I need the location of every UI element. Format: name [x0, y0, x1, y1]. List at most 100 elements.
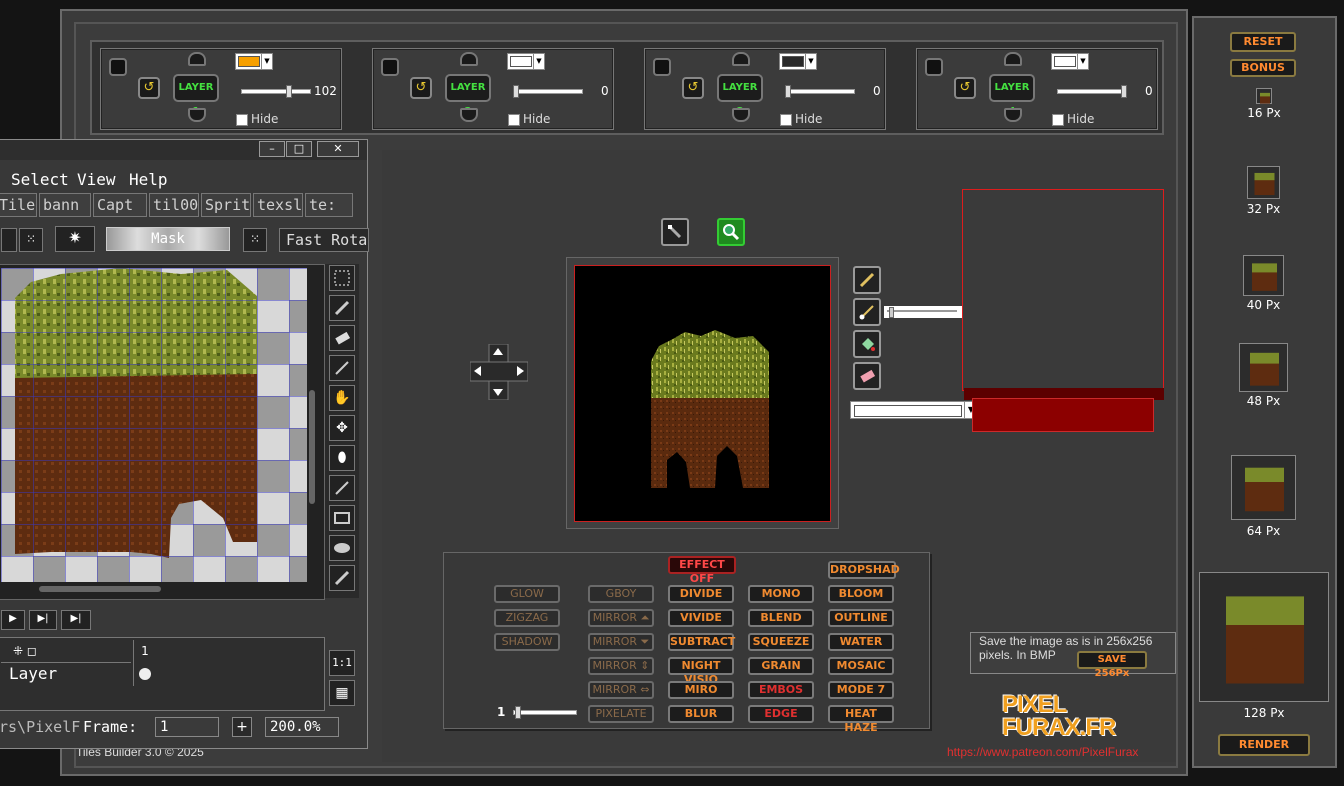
effect-col2-2-button[interactable]: MIRROR ⏷ [588, 633, 654, 651]
grid-dots-icon[interactable]: ⁙ [243, 228, 267, 252]
effect-strength-slider[interactable] [513, 706, 577, 719]
layer-1-hide-checkbox[interactable] [236, 114, 248, 126]
pixel-canvas[interactable] [1, 268, 307, 582]
layer-3-opacity-slider[interactable] [785, 85, 855, 98]
effect-col4-2-button[interactable]: SQUEEZE [748, 633, 814, 651]
layer-3-hide-checkbox[interactable] [780, 114, 792, 126]
move-up-icon[interactable] [1004, 52, 1022, 66]
move-up-icon[interactable] [188, 52, 206, 66]
patreon-link[interactable]: https://www.patreon.com/PixelFurax [947, 745, 1138, 759]
effect-col5-5-button[interactable]: HEAT HAZE [828, 705, 894, 734]
layer-2-select[interactable] [381, 58, 399, 76]
effect-col4-4-button[interactable]: EMBOS [748, 681, 814, 699]
layer-1-opacity-slider[interactable] [241, 85, 311, 98]
layer-visibility[interactable] [133, 662, 156, 686]
move-tool[interactable]: ✥ [329, 415, 355, 441]
effect-col3-5-button[interactable]: BLUR [668, 705, 734, 723]
line-tool[interactable] [329, 475, 355, 501]
bonus-button[interactable]: BONUS [1230, 59, 1296, 77]
effect-col5-1-button[interactable]: OUTLINE [828, 609, 894, 627]
effect-col2-3-button[interactable]: MIRROR ⇕ [588, 657, 654, 675]
next-frame-button[interactable]: ▶| [29, 610, 57, 630]
filmstrip-icon[interactable]: ▦ [329, 680, 355, 706]
zoom-level[interactable]: 200.0% [265, 717, 339, 737]
spray-tool[interactable] [329, 565, 355, 591]
effect-col4-1-button[interactable]: BLEND [748, 609, 814, 627]
ratio-button[interactable]: 1:1 [329, 650, 355, 676]
close-button[interactable]: ✕ [317, 141, 359, 157]
effect-col4-5-button[interactable]: EDGE [748, 705, 814, 723]
layer-4-color[interactable]: ▼ [1051, 53, 1089, 70]
move-down-icon[interactable] [188, 108, 206, 122]
layer-2-hide-checkbox[interactable] [508, 114, 520, 126]
layer-4-opacity-slider[interactable] [1057, 85, 1127, 98]
effect-col1-2-button[interactable]: SHADOW [494, 633, 560, 651]
layer-4-button[interactable]: LAYER 4 [989, 74, 1035, 117]
tab-6[interactable]: te: [305, 193, 353, 217]
brush-tool[interactable] [329, 355, 355, 381]
dropper-tool[interactable]: ⬮ [329, 445, 355, 471]
play-button[interactable]: ▶ [1, 610, 25, 630]
move-down-icon[interactable] [460, 108, 478, 122]
eraser-tool-button[interactable] [853, 362, 881, 390]
preview-canvas[interactable] [574, 265, 831, 522]
picker-tool-button[interactable] [661, 218, 689, 246]
effect-col3-1-button[interactable]: VIVIDE [668, 609, 734, 627]
ellipse-tool[interactable] [329, 535, 355, 561]
move-up-icon[interactable] [460, 52, 478, 66]
effect-col5-4-button[interactable]: MODE 7 [828, 681, 894, 699]
pencil-tool-button[interactable] [853, 266, 881, 294]
effect-col2-1-button[interactable]: MIRROR ⏶ [588, 609, 654, 627]
tab-1[interactable]: bann [39, 193, 91, 217]
effect-col2-5-button[interactable]: PIXELATE [588, 705, 654, 723]
effect-col4-3-button[interactable]: GRAIN [748, 657, 814, 675]
rotate-icon[interactable]: ↺ [682, 77, 704, 99]
brush-tool-button[interactable] [853, 298, 881, 326]
color-dropdown[interactable]: ▼ [850, 401, 978, 419]
save-256-button[interactable]: SAVE 256Px [1077, 651, 1147, 679]
layer-2-color[interactable]: ▼ [507, 53, 545, 70]
layer-1-button[interactable]: LAYER 1 [173, 74, 219, 117]
tab-5[interactable]: texsl [253, 193, 303, 217]
effect-col4-0-button[interactable]: MONO [748, 585, 814, 603]
effect-col3-2-button[interactable]: SUBTRACT [668, 633, 735, 651]
layer-4-select[interactable] [925, 58, 943, 76]
layer-1-color[interactable]: ▼ [235, 53, 273, 70]
layer-3-color[interactable]: ▼ [779, 53, 817, 70]
tab-2[interactable]: Capt [93, 193, 147, 217]
effect-off-button[interactable]: EFFECT OFF [668, 556, 736, 585]
vertical-scrollbar[interactable] [309, 390, 315, 504]
move-down-icon[interactable] [1004, 108, 1022, 122]
add-frame-button[interactable]: + [232, 717, 252, 737]
effect-col5-0-button[interactable]: BLOOM [828, 585, 894, 603]
menu-help[interactable]: Help [129, 170, 168, 189]
grid-dots-icon[interactable]: ⁙ [19, 228, 43, 252]
brush-size-slider[interactable] [884, 306, 962, 318]
move-down-icon[interactable] [732, 108, 750, 122]
render-button[interactable]: RENDER [1218, 734, 1310, 756]
effect-col3-0-button[interactable]: DIVIDE [668, 585, 734, 603]
horizontal-scrollbar[interactable] [39, 586, 161, 592]
layer-2-opacity-slider[interactable] [513, 85, 583, 98]
minimize-button[interactable]: – [259, 141, 285, 157]
zoom-tool-button[interactable] [717, 218, 745, 246]
select-rect-tool[interactable] [329, 265, 355, 291]
effect-col3-4-button[interactable]: MIRO [668, 681, 734, 699]
layer-3-select[interactable] [653, 58, 671, 76]
rotate-icon[interactable]: ↺ [954, 77, 976, 99]
layer-1-select[interactable] [109, 58, 127, 76]
maximize-button[interactable]: □ [286, 141, 312, 157]
layer-4-hide-checkbox[interactable] [1052, 114, 1064, 126]
effect-col1-1-button[interactable]: ZIGZAG [494, 609, 560, 627]
effect-col3-3-button[interactable]: NIGHT VISIO [668, 657, 734, 686]
tab-3[interactable]: til00 [149, 193, 199, 217]
dpad-icon[interactable] [469, 343, 529, 401]
eraser-tool[interactable] [329, 325, 355, 351]
fill-tool-button[interactable] [853, 330, 881, 358]
effect-col5-3-button[interactable]: MOSAIC [828, 657, 894, 675]
dropshad-button[interactable]: DROPSHAD [828, 561, 900, 579]
effect-col2-0-button[interactable]: GBOY [588, 585, 654, 603]
mask-toggle[interactable]: Mask [106, 227, 230, 251]
menu-view[interactable]: View [77, 170, 116, 189]
rectangle-tool[interactable] [329, 505, 355, 531]
